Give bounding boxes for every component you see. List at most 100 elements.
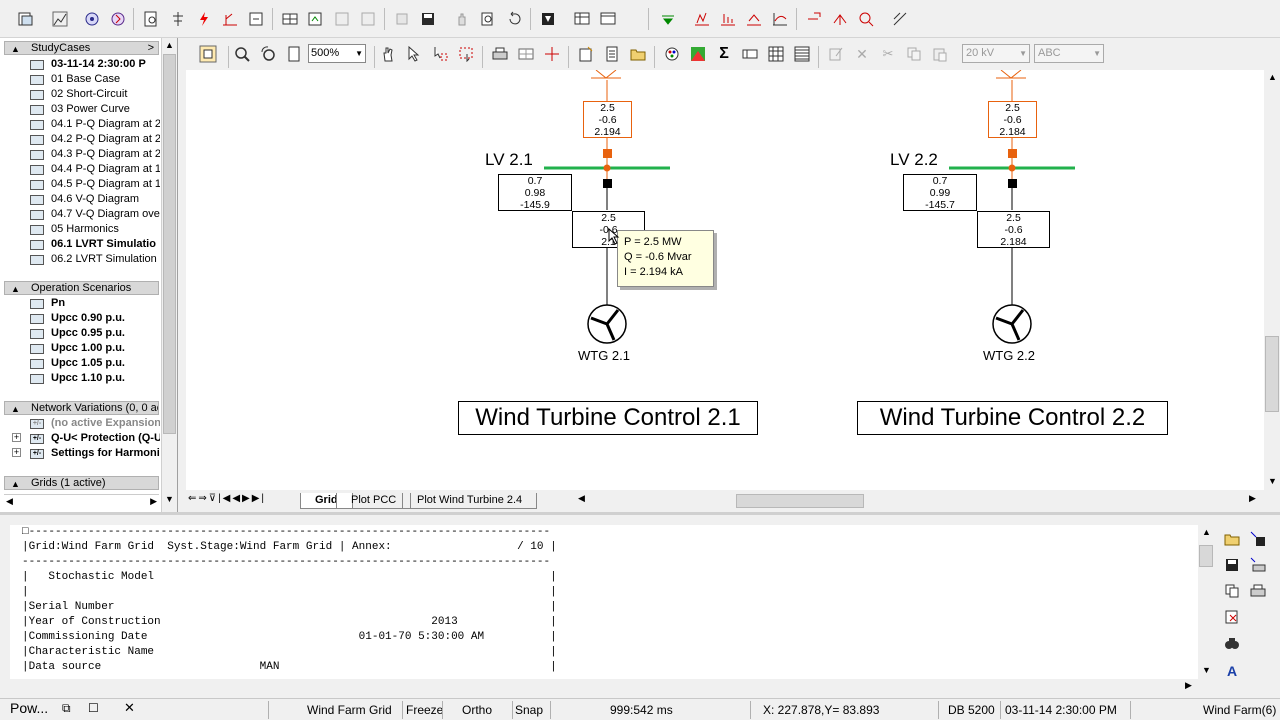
scroll-right-icon[interactable]: ▶	[150, 496, 157, 507]
lightning-icon[interactable]	[194, 9, 214, 29]
scroll-right-icon[interactable]: ▶	[1185, 680, 1192, 691]
freeze-icon[interactable]	[198, 44, 218, 64]
results-box-icon[interactable]	[740, 44, 760, 64]
simulation-icon-1[interactable]	[692, 9, 712, 29]
new-page-icon[interactable]	[576, 44, 596, 64]
data-manager-icon[interactable]	[16, 9, 36, 29]
network-icon[interactable]	[306, 9, 326, 29]
study-case-item-0[interactable]: 03-11-14 2:30:00 P	[28, 57, 160, 72]
result-box-line-2[interactable]: 2.5 -0.6 2.184	[977, 211, 1050, 248]
dropdown-arrow-icon[interactable]	[658, 9, 678, 29]
study-case-item-2[interactable]: 02 Short-Circuit	[28, 87, 160, 102]
study-case-item-13[interactable]: 06.2 LVRT Simulation 3	[28, 252, 160, 267]
single-line-diagram-canvas[interactable]: 2.5 -0.6 2.194 LV 2.1 0.7 0.98 -145.9 2.…	[186, 70, 1264, 490]
tab-plot-pcc[interactable]: Plot PCC	[336, 493, 412, 509]
output-vertical-scrollbar[interactable]: ▲ ▼	[1198, 525, 1214, 679]
control-icon[interactable]	[890, 9, 910, 29]
grid-table-icon[interactable]	[766, 44, 786, 64]
study-case-item-5[interactable]: 04.2 P-Q Diagram at 21	[28, 132, 160, 147]
restore-icon[interactable]: ⧉	[62, 701, 71, 716]
scroll-up-icon[interactable]: ▲	[1202, 527, 1211, 537]
operation-scenario-item-3[interactable]: Upcc 1.00 p.u.	[28, 341, 160, 356]
pan-hand-icon[interactable]	[378, 44, 398, 64]
zoom-back-icon[interactable]	[258, 44, 278, 64]
simulation-icon-3[interactable]	[744, 9, 764, 29]
copy-icon[interactable]	[478, 9, 498, 29]
tab-scroll-right-icon[interactable]: ▶	[1249, 493, 1256, 504]
left-hscroll[interactable]: ◀ ▶	[4, 494, 159, 508]
window-icon[interactable]	[598, 9, 618, 29]
chart-icon[interactable]	[50, 9, 70, 29]
wtg-label-2[interactable]: WTG 2.2	[983, 348, 1035, 363]
open-folder-icon[interactable]	[1222, 531, 1242, 551]
tower-icon[interactable]	[168, 9, 188, 29]
save-icon[interactable]	[418, 9, 438, 29]
operation-scenario-item-0[interactable]: Pn	[28, 296, 160, 311]
study-case-item-10[interactable]: 04.7 V-Q Diagram over	[28, 207, 160, 222]
load-flow-icon[interactable]	[82, 9, 102, 29]
clear-output-icon[interactable]	[1222, 609, 1242, 629]
simulation-icon-2[interactable]	[718, 9, 738, 29]
study-case-item-3[interactable]: 03 Power Curve	[28, 102, 160, 117]
scroll-down-icon[interactable]: ▼	[165, 494, 174, 504]
grids-header[interactable]: ▲ Grids (1 active)	[4, 476, 159, 490]
hand-icon[interactable]	[452, 9, 472, 29]
table-icon[interactable]	[572, 9, 592, 29]
bus-label-1[interactable]: LV 2.1	[485, 150, 533, 170]
color-palette-icon[interactable]	[662, 44, 682, 64]
grid-icon[interactable]	[280, 9, 300, 29]
expand-icon[interactable]: +	[12, 433, 21, 442]
node-icon[interactable]	[542, 44, 562, 64]
diagram-color-icon[interactable]	[688, 44, 708, 64]
scroll-down-icon[interactable]: ▼	[1268, 476, 1277, 486]
wind-turbine-control-1[interactable]: Wind Turbine Control 2.1	[458, 401, 758, 435]
dpl-icon[interactable]	[246, 9, 266, 29]
wind-turbine-control-2[interactable]: Wind Turbine Control 2.2	[857, 401, 1168, 435]
operation-scenario-item-2[interactable]: Upcc 0.95 p.u.	[28, 326, 160, 341]
operation-scenario-item-4[interactable]: Upcc 1.05 p.u.	[28, 356, 160, 371]
output-horizontal-scrollbar[interactable]: ▶	[10, 679, 1198, 693]
copy-icon[interactable]	[1222, 583, 1242, 603]
select-dots-icon[interactable]	[430, 44, 450, 64]
left-panel-scrollbar[interactable]: ▲ ▼	[161, 38, 177, 512]
font-icon[interactable]: A	[1222, 661, 1242, 681]
app-taskbar-label[interactable]: Pow...	[10, 700, 48, 716]
study-case-item-12[interactable]: 06.1 LVRT Simulatio	[28, 237, 160, 252]
status-ortho[interactable]: Ortho	[462, 703, 492, 717]
output-text[interactable]: □---------------------------------------…	[10, 525, 1198, 679]
tab-navigation-icons[interactable]: ⇐⇒⊽|◀◀▶▶|	[188, 493, 266, 504]
status-freeze[interactable]: Freeze	[406, 703, 443, 717]
scroll-up-icon[interactable]: ▲	[1268, 72, 1277, 82]
scroll-thumb[interactable]	[1199, 545, 1213, 567]
result-box-bus-1[interactable]: 0.7 0.98 -145.9	[498, 174, 572, 211]
doc-icon[interactable]	[602, 44, 622, 64]
layers-icon[interactable]	[516, 44, 536, 64]
network-variation-item-0[interactable]: +/- (no active Expansion S	[28, 416, 160, 431]
result-box-transformer-2[interactable]: 2.5 -0.6 2.184	[988, 101, 1037, 138]
study-case-item-6[interactable]: 04.3 P-Q Diagram at 22	[28, 147, 160, 162]
save-icon[interactable]	[1222, 557, 1242, 577]
open-folder-icon[interactable]	[628, 44, 648, 64]
study-case-item-4[interactable]: 04.1 P-Q Diagram at 20	[28, 117, 160, 132]
wtg-label-1[interactable]: WTG 2.1	[578, 348, 630, 363]
rect-select-icon[interactable]	[456, 44, 476, 64]
print-selection-icon[interactable]	[1248, 557, 1268, 577]
scroll-thumb[interactable]	[163, 54, 176, 434]
grid-table-2-icon[interactable]	[792, 44, 812, 64]
save-selection-icon[interactable]	[1248, 531, 1268, 551]
network-variation-item-2[interactable]: +/- Settings for Harmonics	[28, 446, 160, 461]
tab-scroll-left-icon[interactable]: ◀	[578, 493, 585, 504]
network-variation-item-1[interactable]: +/- Q-U< Protection (Q-U-S	[28, 431, 160, 446]
scroll-up-icon[interactable]: ▲	[165, 40, 174, 50]
maximize-icon[interactable]: ☐	[88, 701, 99, 715]
result-box-transformer-1[interactable]: 2.5 -0.6 2.194	[583, 101, 632, 138]
report-icon[interactable]	[141, 9, 161, 29]
zoom-combo[interactable]: 500% ▼	[308, 44, 366, 63]
zoom-sim-icon[interactable]	[856, 9, 876, 29]
canvas-vertical-scrollbar[interactable]: ▲ ▼	[1264, 70, 1280, 490]
event-icon-2[interactable]	[830, 9, 850, 29]
bus-label-2[interactable]: LV 2.2	[890, 150, 938, 170]
page-icon[interactable]	[284, 44, 304, 64]
study-case-item-1[interactable]: 01 Base Case	[28, 72, 160, 87]
study-case-item-11[interactable]: 05 Harmonics	[28, 222, 160, 237]
